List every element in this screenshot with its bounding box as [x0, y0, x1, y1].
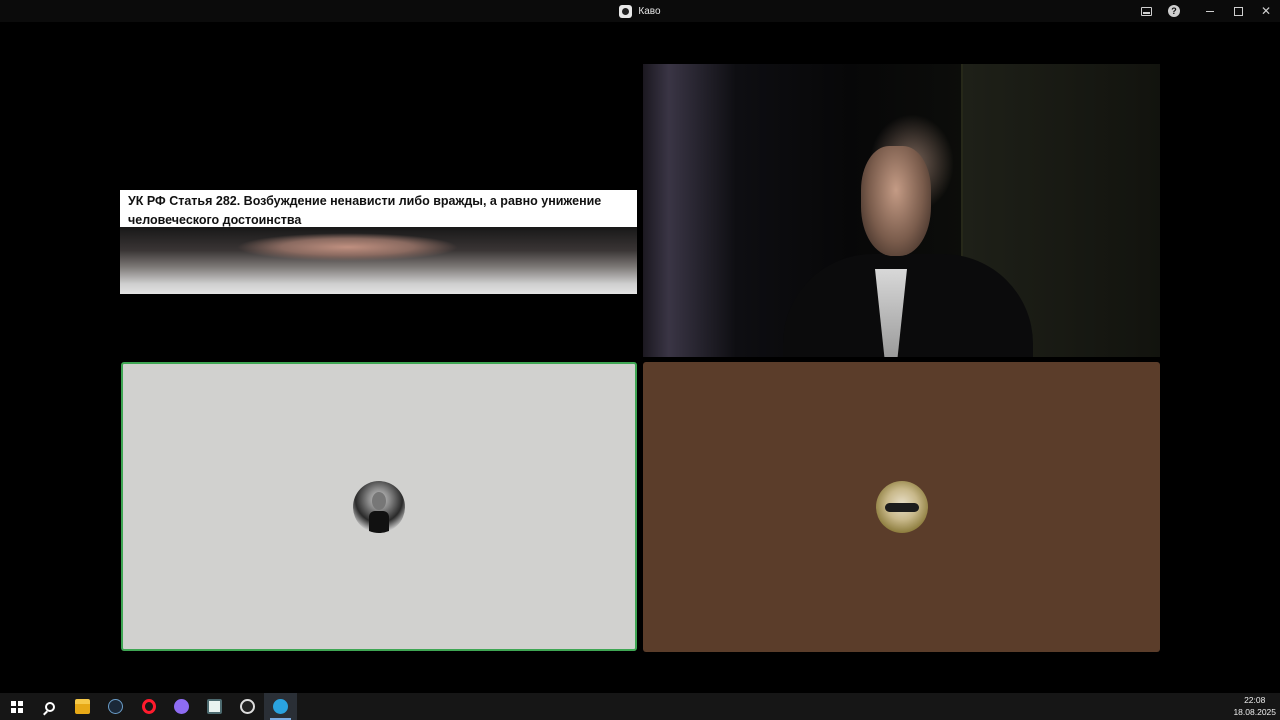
telegram-icon[interactable] [264, 693, 297, 720]
camera-person-head [861, 146, 931, 256]
participant-tile-speaking[interactable] [121, 362, 637, 651]
maximize-icon[interactable] [1224, 0, 1252, 22]
participant-avatar-1 [353, 480, 405, 533]
opera-icon[interactable] [132, 693, 165, 720]
participant-avatar-2 [875, 481, 928, 533]
window-title-bar: Каво ? ✕ [0, 0, 1280, 22]
close-icon[interactable]: ✕ [1252, 0, 1280, 22]
screen-share-caption: УК РФ Статья 282. Возбуждение ненависти … [120, 190, 637, 227]
minimize-icon[interactable] [1196, 0, 1224, 22]
file-explorer-icon[interactable] [66, 693, 99, 720]
window-app-icon[interactable] [198, 693, 231, 720]
window-title: Каво [638, 5, 661, 17]
window-title-group: Каво [619, 4, 661, 18]
steam-icon[interactable] [99, 693, 132, 720]
participant-tile[interactable] [643, 362, 1160, 652]
app-icon [619, 4, 633, 18]
clock-time: 22:08 [1244, 695, 1266, 705]
windows-start-icon[interactable] [0, 693, 33, 720]
system-clock[interactable]: 22:08 18.08.2025 [1233, 694, 1276, 718]
window-controls: ? ✕ [1132, 0, 1280, 22]
search-icon[interactable] [33, 693, 66, 720]
taskbar: 22:08 18.08.2025 [0, 693, 1280, 720]
participant-camera-tile[interactable] [643, 64, 1160, 357]
screen-share-image [120, 227, 637, 294]
discord-icon[interactable] [165, 693, 198, 720]
screen-share-tile[interactable]: УК РФ Статья 282. Возбуждение ненависти … [120, 190, 637, 294]
obs-icon[interactable] [231, 693, 264, 720]
stage-icon[interactable] [1132, 0, 1160, 22]
help-icon[interactable]: ? [1160, 0, 1188, 22]
clock-date: 18.08.2025 [1233, 707, 1276, 717]
